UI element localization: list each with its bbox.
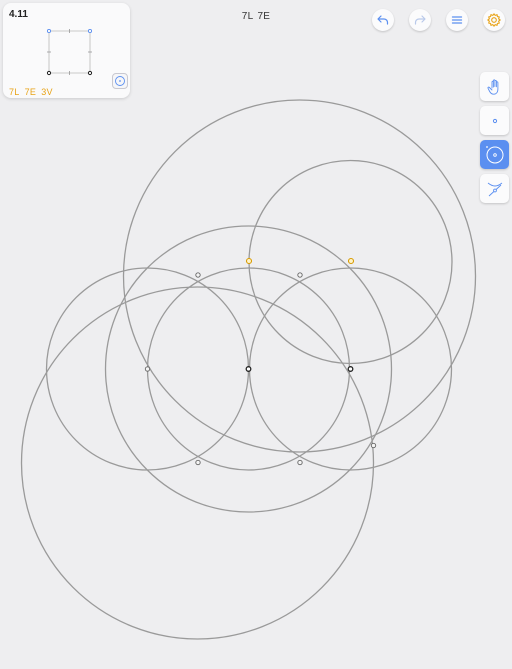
circle-icon (485, 145, 503, 163)
goal-point[interactable] (347, 257, 355, 265)
current-euclid: 7E (257, 11, 271, 22)
gear-icon (487, 13, 501, 27)
hamburger-menu-icon (451, 16, 463, 24)
level-score: 7L 7E 3V (9, 88, 58, 97)
point-tool-button[interactable] (480, 106, 509, 135)
redo-button[interactable] (409, 9, 431, 31)
circle-tool-button[interactable] (480, 140, 509, 169)
verbs-score: 3V (41, 87, 53, 97)
intersection-point[interactable] (195, 272, 201, 278)
redo-arrow-icon (414, 15, 426, 25)
construction-canvas[interactable] (0, 0, 512, 669)
intersection-point[interactable] (144, 366, 151, 372)
hand-tool-button[interactable] (480, 72, 509, 101)
construction-point[interactable] (245, 366, 252, 372)
current-lines: 7L (241, 11, 254, 22)
hint-icon (115, 76, 125, 86)
intersection-point[interactable] (297, 272, 303, 278)
point-icon (492, 118, 497, 123)
intersection-point[interactable] (195, 459, 201, 466)
hand-icon (486, 78, 498, 95)
settings-button[interactable] (483, 9, 505, 31)
intersection-point[interactable] (297, 459, 303, 466)
intersect-tool-button[interactable] (480, 174, 509, 203)
undo-arrow-icon (377, 15, 389, 25)
undo-button[interactable] (372, 9, 394, 31)
menu-button[interactable] (446, 9, 468, 31)
construction-point[interactable] (347, 366, 354, 372)
hint-button[interactable] (112, 73, 128, 89)
euclid-score: 7E (24, 87, 37, 97)
current-score: 7L 7E (0, 11, 512, 22)
lines-score: 7L (9, 87, 20, 97)
goal-preview (46, 28, 93, 76)
intersection-point[interactable] (370, 442, 377, 449)
intersect-icon (487, 182, 502, 196)
goal-point[interactable] (245, 257, 253, 265)
